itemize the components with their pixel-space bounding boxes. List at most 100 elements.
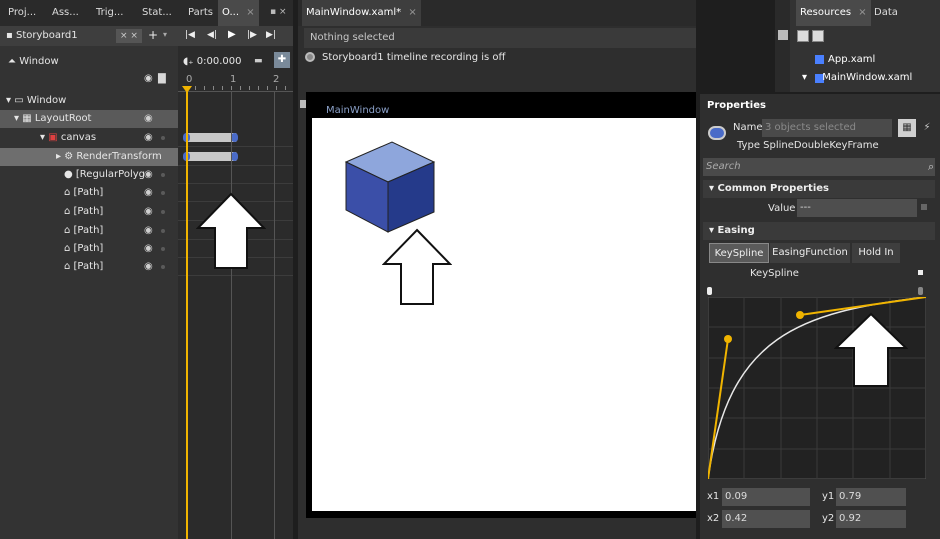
- name-input[interactable]: 3 objects selected: [762, 119, 892, 137]
- tab-easingfunction[interactable]: EasingFunction: [770, 243, 850, 263]
- eye-icon[interactable]: ◉: [144, 129, 153, 147]
- zoom-icon[interactable]: ✚: [274, 52, 290, 68]
- x2-label: x2: [707, 513, 720, 524]
- chevron-down-icon[interactable]: ▾: [163, 30, 167, 39]
- eye-icon[interactable]: ◉: [144, 258, 153, 276]
- keyframe-bar-canvas[interactable]: [185, 133, 237, 142]
- tab-triggers[interactable]: Trig...: [92, 0, 127, 26]
- lock-dot-icon[interactable]: [161, 229, 165, 233]
- list-view-icon[interactable]: [797, 30, 809, 42]
- up-arrow-annotation: [382, 228, 452, 305]
- last-frame-icon[interactable]: ▶|: [266, 30, 276, 40]
- scope-label[interactable]: ⏶ Window: [8, 56, 59, 67]
- lock-dot-icon[interactable]: [161, 173, 165, 177]
- playhead-line[interactable]: [186, 92, 188, 539]
- type-label: Type SplineDoubleKeyFrame: [737, 140, 879, 151]
- keyframe-bar-rendertransform[interactable]: [185, 152, 237, 161]
- value-label: Value: [768, 203, 796, 214]
- eye-icon[interactable]: ◉: [144, 73, 153, 84]
- tree-item-path-4[interactable]: ⌂ [Path] ◉: [0, 240, 178, 258]
- storyboard-close-icon[interactable]: × ×: [116, 29, 142, 43]
- resource-item-app-xaml[interactable]: App.xaml: [828, 54, 875, 65]
- tab-assets[interactable]: Ass...: [48, 0, 83, 26]
- tree-item-layoutroot[interactable]: ▾ ▦ LayoutRoot ◉: [0, 110, 178, 128]
- tab-data[interactable]: Data: [870, 0, 902, 26]
- y2-input[interactable]: 0.92: [836, 510, 906, 528]
- tab-projects[interactable]: Proj...: [4, 0, 40, 26]
- advanced-property-icon[interactable]: [918, 270, 923, 275]
- lock-dot-icon[interactable]: [161, 247, 165, 251]
- resource-item-mainwindow-xaml[interactable]: ▾ MainWindow.xaml: [802, 72, 912, 83]
- up-arrow-annotation: [834, 312, 908, 387]
- eye-icon[interactable]: ◉: [144, 222, 153, 240]
- storyboard-name[interactable]: ▪ Storyboard1: [6, 30, 78, 41]
- eye-icon[interactable]: ◉: [144, 110, 153, 128]
- next-frame-icon[interactable]: |▶: [247, 30, 257, 40]
- advanced-options-icon[interactable]: ▦: [898, 119, 916, 137]
- easing-header[interactable]: ▾ Easing: [703, 222, 935, 240]
- eye-icon[interactable]: ◉: [144, 240, 153, 258]
- lock-dot-icon[interactable]: [161, 210, 165, 214]
- lock-icon[interactable]: ▇: [158, 73, 166, 84]
- advanced-property-icon[interactable]: [921, 204, 927, 210]
- x1-input[interactable]: 0.09: [722, 488, 810, 506]
- lock-dot-icon[interactable]: [161, 136, 165, 140]
- new-resource-icon[interactable]: [778, 30, 788, 40]
- first-frame-icon[interactable]: |◀: [185, 30, 195, 40]
- tab-mainwindow-label: MainWindow.xaml*: [306, 7, 402, 18]
- record-icon[interactable]: [305, 52, 315, 62]
- time-display[interactable]: ◖₊ 0:00.000: [183, 56, 241, 67]
- search-icon[interactable]: ⌕: [928, 160, 934, 174]
- tree-item-regularpolygon[interactable]: ● [RegularPolyg ◉: [0, 166, 178, 184]
- prev-frame-icon[interactable]: ◀|: [207, 30, 217, 40]
- timeline-gridline: [231, 92, 232, 539]
- tree-item-rendertransform[interactable]: ▸ ⚙ RenderTransform: [0, 148, 178, 166]
- tab-objects-label: O...: [222, 7, 240, 18]
- tree-item-path-2[interactable]: ⌂ [Path] ◉: [0, 203, 178, 221]
- tree-item-path-3[interactable]: ⌂ [Path] ◉: [0, 222, 178, 240]
- tree-item-window[interactable]: ▾ ▭ Window: [0, 92, 178, 110]
- close-icon[interactable]: ×: [408, 7, 416, 18]
- close-icon[interactable]: ×: [246, 7, 254, 18]
- eye-icon[interactable]: ◉: [144, 166, 153, 184]
- keyframe-end-icon[interactable]: [231, 152, 238, 161]
- ruler-ticks: [186, 86, 291, 90]
- tab-resources-label: Resources: [800, 7, 852, 18]
- y1-input[interactable]: 0.79: [836, 488, 906, 506]
- timeline-gridline: [274, 92, 275, 539]
- close-icon[interactable]: ×: [858, 7, 866, 18]
- tree-item-path-5[interactable]: ⌂ [Path] ◉: [0, 258, 178, 276]
- events-icon[interactable]: ⚡: [920, 119, 934, 137]
- control-point-1[interactable]: [724, 335, 732, 343]
- tab-states[interactable]: Stat...: [138, 0, 176, 26]
- lock-dot-icon[interactable]: [161, 191, 165, 195]
- tab-hold-in[interactable]: Hold In: [852, 243, 900, 263]
- add-storyboard-icon[interactable]: +: [148, 28, 158, 42]
- eye-icon[interactable]: ◉: [144, 184, 153, 202]
- snap-icon[interactable]: ▬: [254, 56, 263, 66]
- tab-resources[interactable]: Resources ×: [796, 0, 871, 26]
- lock-dot-icon[interactable]: [161, 117, 165, 121]
- tree-item-path-1[interactable]: ⌂ [Path] ◉: [0, 184, 178, 202]
- keyframe-end-icon[interactable]: [231, 133, 238, 142]
- tab-objects[interactable]: O... ×: [218, 0, 259, 26]
- search-input[interactable]: Search: [703, 158, 935, 176]
- grid-view-icon[interactable]: [812, 30, 824, 42]
- tab-keyspline[interactable]: KeySpline: [709, 243, 769, 263]
- tab-mainwindow-xaml[interactable]: MainWindow.xaml* ×: [302, 0, 421, 26]
- play-icon[interactable]: ▶: [228, 29, 236, 40]
- ruler-label-0: 0: [186, 74, 193, 85]
- eye-icon[interactable]: ◉: [144, 203, 153, 221]
- control-point-2[interactable]: [796, 311, 804, 319]
- tree-item-canvas[interactable]: ▾ ▣ canvas ◉: [0, 129, 178, 147]
- pin-icon[interactable]: ▪ ×: [270, 7, 287, 17]
- keyspline-label: KeySpline: [750, 268, 799, 279]
- name-label: Name: [733, 122, 763, 133]
- tab-parts[interactable]: Parts: [184, 0, 217, 26]
- lock-dot-icon[interactable]: [161, 265, 165, 269]
- cube-shape[interactable]: [344, 140, 436, 236]
- value-input[interactable]: ---: [797, 199, 917, 217]
- x2-input[interactable]: 0.42: [722, 510, 810, 528]
- common-properties-header[interactable]: ▾ Common Properties: [703, 180, 935, 198]
- file-icon: [815, 55, 824, 64]
